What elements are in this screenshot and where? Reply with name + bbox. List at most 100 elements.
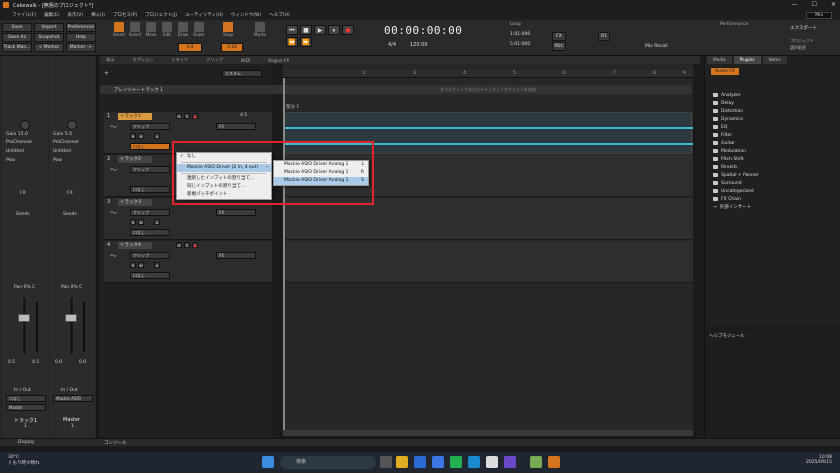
meter-display[interactable]: 4/4 bbox=[388, 42, 396, 48]
external-insert-item[interactable]: ⊸ 外部インサート bbox=[713, 203, 833, 211]
minimize-button[interactable]: — bbox=[792, 1, 798, 8]
pan-value[interactable]: Pan 0% C bbox=[61, 285, 82, 290]
horizontal-scrollbar[interactable] bbox=[283, 430, 693, 436]
track-name[interactable]: トラック2 bbox=[118, 156, 152, 163]
timeline-ruler[interactable]: 2 3 4 5 6 7 8 9 bbox=[283, 70, 693, 78]
pause-button[interactable]: ⏸ bbox=[328, 25, 340, 35]
help-button[interactable]: Help bbox=[66, 33, 96, 42]
volume-fader-handle[interactable] bbox=[18, 314, 30, 322]
folder-item[interactable]: Uncategorized bbox=[713, 187, 833, 195]
draw-tool[interactable]: Draw bbox=[176, 22, 190, 37]
volume-fader-handle[interactable] bbox=[65, 314, 77, 322]
folder-item[interactable]: Spatial + Panner bbox=[713, 171, 833, 179]
tab-plugins[interactable]: Plugins bbox=[733, 56, 761, 64]
play-button[interactable]: ▶ bbox=[314, 25, 326, 35]
snap-value[interactable]: 1/16 bbox=[221, 43, 243, 52]
arranger-track[interactable]: アレンジャートラック 1 ダブルクリックまたはドラッグしてセクションを追加 bbox=[100, 85, 692, 94]
stop-button[interactable]: ■ bbox=[300, 25, 312, 35]
folder-item[interactable]: Dynamics bbox=[713, 115, 833, 123]
line-icon[interactable] bbox=[450, 456, 462, 468]
clip-select[interactable]: クリップ bbox=[130, 123, 170, 130]
input-select[interactable]: ロなし bbox=[130, 186, 170, 193]
go-start-button[interactable]: ⏪ bbox=[286, 37, 298, 47]
tempo-display[interactable]: 120.00 bbox=[410, 42, 428, 48]
view-menu-clip[interactable]: クリップ bbox=[206, 57, 223, 63]
read-automation-button[interactable]: R bbox=[130, 133, 136, 139]
folder-item[interactable]: Surround bbox=[713, 179, 833, 187]
store-icon[interactable] bbox=[414, 456, 426, 468]
start-icon[interactable] bbox=[262, 456, 274, 468]
app-icon[interactable] bbox=[504, 456, 516, 468]
quantize-value[interactable]: 1/4 bbox=[178, 43, 202, 52]
smart-tool[interactable]: Smart bbox=[112, 22, 126, 37]
folder-item[interactable]: Analyzer bbox=[713, 91, 833, 99]
custom-preset-select[interactable]: カスタム bbox=[222, 70, 262, 77]
clip-select[interactable]: クリップ bbox=[130, 209, 170, 216]
fx-bin[interactable]: FX bbox=[216, 209, 256, 216]
prev-marker-button[interactable]: < Marker bbox=[34, 43, 64, 52]
input-select[interactable]: ロなし bbox=[130, 143, 170, 150]
folder-item[interactable]: EQ bbox=[713, 123, 833, 131]
snap-toggle[interactable]: Snap bbox=[221, 22, 235, 37]
pdc-toggle[interactable]: PDC bbox=[552, 42, 566, 51]
gain-knob[interactable] bbox=[20, 120, 30, 130]
weather-widget[interactable]: 30°C くもり時々晴れ bbox=[8, 455, 40, 466]
view-menu-view[interactable]: 表示 bbox=[106, 57, 114, 63]
record-arm-button[interactable]: ● bbox=[192, 113, 198, 119]
loop-end[interactable]: 5:01:000 bbox=[510, 42, 530, 47]
folder-item[interactable]: Guitar bbox=[713, 139, 833, 147]
import-button[interactable]: Import bbox=[34, 23, 64, 32]
snapshot-button[interactable]: Snapshot bbox=[34, 33, 64, 42]
erase-tool[interactable]: Erase bbox=[192, 22, 206, 37]
preset-name[interactable]: Untitled bbox=[53, 149, 71, 154]
edit-tool[interactable]: Edit bbox=[160, 22, 174, 37]
mix-selector[interactable]: Mix bbox=[806, 11, 832, 19]
taskbar-clock[interactable]: 10:08 2025/09/15 bbox=[806, 455, 832, 465]
go-end-button[interactable]: ⏩ bbox=[300, 37, 312, 47]
console-tab[interactable]: コンソール bbox=[104, 440, 127, 446]
gain-knob[interactable] bbox=[67, 120, 77, 130]
cakewalk-taskbar-icon[interactable] bbox=[548, 456, 560, 468]
fx-bin[interactable]: FX bbox=[216, 123, 256, 130]
add-track-button[interactable]: + bbox=[104, 70, 109, 77]
rewind-button[interactable]: ⏮ bbox=[286, 25, 298, 35]
next-marker-button[interactable]: Marker -> bbox=[66, 43, 96, 52]
selection-radio[interactable]: 選択範囲 bbox=[790, 45, 806, 51]
read-automation-button[interactable]: R bbox=[130, 219, 136, 225]
power-button[interactable]: Pow bbox=[6, 158, 15, 163]
loop-start[interactable]: 1:01:000 bbox=[510, 32, 530, 37]
task-view-icon[interactable] bbox=[380, 456, 392, 468]
pan-value[interactable]: Pan 0% C bbox=[14, 285, 35, 290]
preset-name[interactable]: Untitled bbox=[6, 149, 24, 154]
menu-window[interactable]: ウィンドウ(W) bbox=[231, 12, 261, 18]
archive-button[interactable]: A bbox=[154, 219, 160, 225]
write-automation-button[interactable]: W bbox=[138, 262, 144, 268]
close-button[interactable]: ✕ bbox=[831, 1, 836, 8]
clip-select[interactable]: クリップ bbox=[130, 166, 170, 173]
input-select[interactable]: ロなし bbox=[130, 229, 170, 236]
input-select[interactable]: ロなし bbox=[130, 272, 170, 279]
folder-item[interactable]: Distortion bbox=[713, 107, 833, 115]
view-menu-track[interactable]: トラック bbox=[171, 57, 188, 63]
view-menu-midi[interactable]: MIDI bbox=[241, 58, 250, 63]
move-tool[interactable]: Move bbox=[144, 22, 158, 37]
r1-button[interactable]: R1 bbox=[598, 32, 610, 41]
maximize-button[interactable]: ☐ bbox=[812, 1, 817, 8]
menu-process[interactable]: プロセス(P) bbox=[113, 12, 137, 18]
preferences-button[interactable]: Preferences bbox=[66, 23, 96, 32]
zoom-icon[interactable] bbox=[432, 456, 444, 468]
folder-item[interactable]: Delay bbox=[713, 99, 833, 107]
edge-icon[interactable] bbox=[468, 456, 480, 468]
menu-project[interactable]: プロジェクト(J) bbox=[145, 12, 177, 18]
track-lane[interactable] bbox=[283, 241, 693, 283]
track-name[interactable]: トラック4 bbox=[118, 242, 152, 249]
tab-media[interactable]: Media bbox=[707, 56, 732, 64]
now-time-marker[interactable] bbox=[283, 78, 285, 430]
app-icon-2[interactable] bbox=[530, 456, 542, 468]
view-menu-regionfx[interactable]: Region FX bbox=[268, 58, 289, 63]
marks-toggle[interactable]: Marks bbox=[253, 22, 267, 37]
mute-button[interactable]: M bbox=[176, 113, 182, 119]
archive-button[interactable]: A bbox=[154, 133, 160, 139]
track-row[interactable]: 4 トラック4 M S ● クリップ FX R W A ロなし 〜 bbox=[104, 241, 272, 283]
write-automation-button[interactable]: W bbox=[138, 133, 144, 139]
